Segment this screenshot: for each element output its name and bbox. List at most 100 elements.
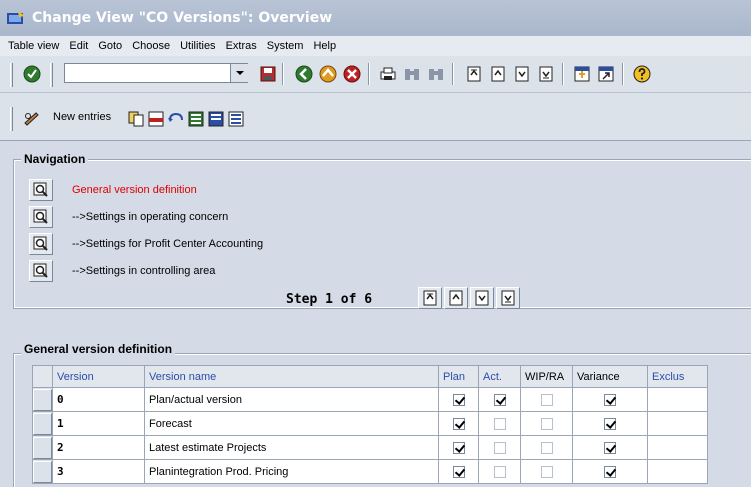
exclus-cell[interactable] — [647, 459, 708, 484]
column-header-plan[interactable]: Plan — [438, 365, 479, 388]
wip-ra-checkbox[interactable] — [540, 417, 553, 430]
menu-utilities[interactable]: Utilities — [180, 40, 215, 52]
enter-button[interactable] — [22, 64, 42, 84]
step-first-button[interactable] — [418, 287, 442, 309]
row-selector-button[interactable] — [33, 460, 52, 483]
act-checkbox[interactable] — [493, 393, 506, 406]
select-all-rows-header[interactable] — [32, 365, 53, 388]
plan-checkbox[interactable] — [452, 393, 465, 406]
wip-ra-cell[interactable] — [520, 435, 573, 460]
version-name-cell[interactable]: Latest estimate Projects — [144, 435, 439, 460]
nav-button-operating-concern[interactable] — [29, 206, 53, 228]
column-header-version[interactable]: Version — [52, 365, 145, 388]
plan-cell[interactable] — [438, 435, 479, 460]
menu-edit[interactable]: Edit — [69, 40, 88, 52]
variance-checkbox[interactable] — [604, 441, 616, 454]
back-button[interactable] — [294, 64, 314, 84]
delete-button[interactable] — [146, 109, 166, 129]
act-checkbox[interactable] — [493, 465, 506, 478]
nav-button-controlling-area[interactable] — [29, 260, 53, 282]
last-page-button[interactable] — [536, 64, 556, 84]
act-cell[interactable] — [478, 459, 521, 484]
menu-extras[interactable]: Extras — [226, 40, 257, 52]
version-name-cell[interactable]: Plan/actual version — [144, 387, 439, 412]
act-cell[interactable] — [478, 435, 521, 460]
column-header-variance[interactable]: Variance — [572, 365, 648, 388]
display-change-button[interactable] — [22, 109, 42, 129]
wip-ra-cell[interactable] — [520, 459, 573, 484]
plan-checkbox[interactable] — [452, 465, 465, 478]
row-selector-button[interactable] — [33, 436, 52, 459]
act-cell[interactable] — [478, 411, 521, 436]
plan-checkbox[interactable] — [452, 417, 465, 430]
select-block-button[interactable] — [206, 109, 226, 129]
act-checkbox[interactable] — [493, 441, 506, 454]
shortcut-button[interactable] — [596, 64, 616, 84]
first-page-button[interactable] — [464, 64, 484, 84]
act-checkbox[interactable] — [493, 417, 506, 430]
menu-goto[interactable]: Goto — [98, 40, 122, 52]
column-header-version-name[interactable]: Version name — [144, 365, 439, 388]
column-header-wip-ra[interactable]: WIP/RA — [520, 365, 573, 388]
wip-ra-cell[interactable] — [520, 387, 573, 412]
nav-button-general-version[interactable] — [29, 179, 53, 201]
next-page-button[interactable] — [512, 64, 532, 84]
wip-ra-checkbox[interactable] — [540, 441, 553, 454]
column-header-act[interactable]: Act. — [478, 365, 521, 388]
nav-link-profit-center[interactable]: -->Settings for Profit Center Accounting — [72, 238, 263, 250]
nav-link-controlling-area[interactable]: -->Settings in controlling area — [72, 265, 215, 277]
wip-ra-checkbox[interactable] — [540, 465, 553, 478]
row-selector-cell[interactable] — [32, 411, 53, 436]
step-last-button[interactable] — [496, 287, 520, 309]
variance-checkbox[interactable] — [604, 465, 616, 478]
deselect-all-button[interactable] — [226, 109, 246, 129]
menu-help[interactable]: Help — [313, 40, 336, 52]
print-button[interactable] — [378, 64, 398, 84]
variance-checkbox[interactable] — [604, 417, 616, 430]
variance-checkbox[interactable] — [604, 393, 616, 406]
save-button[interactable] — [258, 64, 278, 84]
row-selector-cell[interactable] — [32, 435, 53, 460]
variance-cell[interactable] — [572, 435, 648, 460]
variance-cell[interactable] — [572, 387, 648, 412]
exclus-cell[interactable] — [647, 387, 708, 412]
plan-checkbox[interactable] — [452, 441, 465, 454]
variance-cell[interactable] — [572, 411, 648, 436]
new-entries-button[interactable]: New entries — [53, 111, 111, 123]
step-next-button[interactable] — [470, 287, 494, 309]
row-selector-button[interactable] — [33, 412, 52, 435]
row-selector-cell[interactable] — [32, 387, 53, 412]
find-button[interactable] — [402, 64, 422, 84]
plan-cell[interactable] — [438, 411, 479, 436]
exclus-cell[interactable] — [647, 435, 708, 460]
command-field-dropdown[interactable] — [230, 64, 248, 82]
column-header-exclus[interactable]: Exclus — [647, 365, 708, 388]
exit-button[interactable] — [318, 64, 338, 84]
wip-ra-checkbox[interactable] — [540, 393, 553, 406]
plan-cell[interactable] — [438, 387, 479, 412]
plan-cell[interactable] — [438, 459, 479, 484]
menu-system[interactable]: System — [267, 40, 304, 52]
nav-link-operating-concern[interactable]: -->Settings in operating concern — [72, 211, 228, 223]
find-next-button[interactable] — [426, 64, 446, 84]
nav-link-general-version[interactable]: General version definition — [72, 184, 197, 196]
menu-table-view[interactable]: Table view — [8, 40, 59, 52]
row-selector-button[interactable] — [33, 388, 52, 411]
step-previous-button[interactable] — [444, 287, 468, 309]
version-name-cell[interactable]: Planintegration Prod. Pricing — [144, 459, 439, 484]
help-button[interactable] — [632, 64, 652, 84]
exclus-cell[interactable] — [647, 411, 708, 436]
create-session-button[interactable] — [572, 64, 592, 84]
row-selector-cell[interactable] — [32, 459, 53, 484]
variance-cell[interactable] — [572, 459, 648, 484]
nav-button-profit-center[interactable] — [29, 233, 53, 255]
undo-change-button[interactable] — [166, 109, 186, 129]
command-field[interactable] — [64, 63, 248, 83]
version-name-cell[interactable]: Forecast — [144, 411, 439, 436]
wip-ra-cell[interactable] — [520, 411, 573, 436]
copy-as-button[interactable] — [126, 109, 146, 129]
previous-page-button[interactable] — [488, 64, 508, 84]
cancel-button[interactable] — [342, 64, 362, 84]
act-cell[interactable] — [478, 387, 521, 412]
menu-choose[interactable]: Choose — [132, 40, 170, 52]
